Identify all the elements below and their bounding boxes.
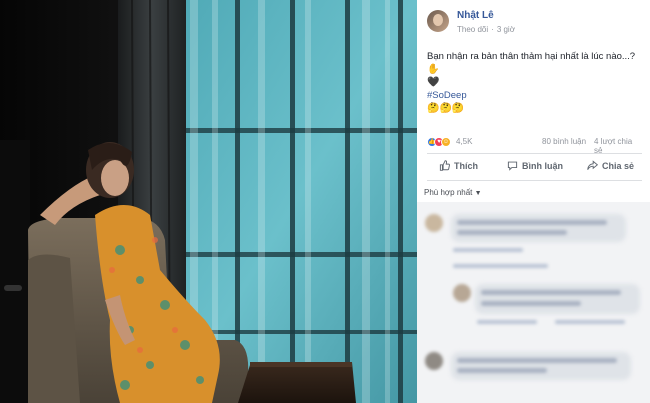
post-header: Nhật Lê Theo dõi · 3 giờ xyxy=(427,8,642,42)
comment-actions-blurred xyxy=(477,320,537,324)
share-arrow-icon xyxy=(587,160,598,170)
comment-bubble xyxy=(451,214,626,242)
caption-text: Bạn nhận ra bản thân thảm hại nhất là lú… xyxy=(427,51,636,62)
comment-text-blurred xyxy=(481,290,621,295)
like-button[interactable]: Thích xyxy=(439,160,478,171)
commenter-avatar[interactable] xyxy=(425,214,443,232)
comment-sort-dropdown[interactable]: Phù hợp nhất ▼ xyxy=(424,188,482,197)
comment-sort-label: Phù hợp nhất xyxy=(424,188,473,197)
post-meta: Theo dõi · 3 giờ xyxy=(457,25,515,34)
caret-down-icon: ▼ xyxy=(474,190,482,197)
comment-actions-blurred xyxy=(453,248,523,252)
commenter-avatar[interactable] xyxy=(425,352,443,370)
thinking-emojis: 🤔🤔🤔 xyxy=(427,103,465,114)
share-button[interactable]: Chia sẻ xyxy=(587,160,634,171)
comment-bubble xyxy=(475,284,640,314)
comment-actions-blurred xyxy=(555,320,625,324)
meta-separator: · xyxy=(491,25,494,34)
haha-reaction-icon[interactable]: ☺ xyxy=(441,137,451,147)
reactions-count[interactable]: 4,5K xyxy=(456,137,472,146)
comment-text-blurred xyxy=(457,358,617,363)
comment-bubble xyxy=(451,352,631,380)
comment-button-label: Bình luận xyxy=(522,160,563,171)
post-photo-pane[interactable] xyxy=(0,0,417,403)
comment-text-blurred xyxy=(481,301,581,306)
author-avatar[interactable] xyxy=(427,10,449,32)
post-time[interactable]: 3 giờ xyxy=(497,25,515,34)
comment-text-blurred xyxy=(457,230,567,235)
hand-emoji: ✋ xyxy=(427,64,440,75)
post-photo[interactable] xyxy=(0,0,417,403)
black-heart-emoji: 🖤 xyxy=(427,77,440,88)
comments-area xyxy=(417,202,650,403)
post-panel: Nhật Lê Theo dõi · 3 giờ Bạn nhận ra bản t… xyxy=(417,0,650,403)
author-name[interactable]: Nhật Lê xyxy=(457,10,494,21)
comment-button[interactable]: Bình luận xyxy=(507,160,563,171)
reactions-bar: 👍 ♥ ☺ 4,5K 80 bình luận 4 lượt chia sẻ xyxy=(427,136,642,155)
commenter-avatar[interactable] xyxy=(453,284,471,302)
reactions-divider xyxy=(427,153,642,154)
share-button-label: Chia sẻ xyxy=(602,160,635,171)
comment-text-blurred xyxy=(457,368,547,373)
post-caption: Bạn nhận ra bản thân thảm hại nhất là lú… xyxy=(427,50,642,115)
actions-divider xyxy=(427,180,642,181)
follow-link[interactable]: Theo dõi xyxy=(457,25,488,34)
post-actions: Thích Bình luận Chia sẻ xyxy=(427,156,642,178)
thumbs-up-icon xyxy=(439,160,450,171)
comments-count[interactable]: 80 bình luận xyxy=(542,137,586,146)
like-button-label: Thích xyxy=(454,160,478,171)
hashtag-link[interactable]: #SoDeep xyxy=(427,90,467,101)
speech-bubble-icon xyxy=(507,161,518,171)
comment-text-blurred xyxy=(457,220,607,225)
comment-replies-blurred xyxy=(453,264,548,268)
